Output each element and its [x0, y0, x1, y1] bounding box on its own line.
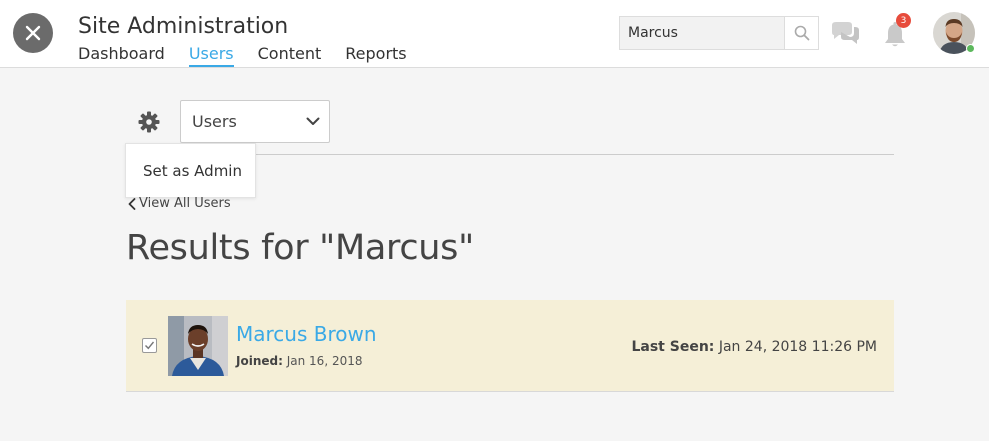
joined-label: Joined: — [236, 354, 283, 368]
checkmark-icon — [145, 341, 155, 350]
chat-icon — [832, 22, 859, 44]
search-button[interactable] — [784, 17, 818, 49]
chevron-left-icon — [128, 197, 136, 210]
tab-content[interactable]: Content — [258, 44, 322, 67]
tab-reports[interactable]: Reports — [345, 44, 406, 67]
top-header: Site Administration Dashboard Users Cont… — [0, 0, 989, 68]
set-as-admin-option[interactable]: Set as Admin — [143, 162, 242, 180]
notifications-button[interactable]: 3 — [880, 13, 912, 50]
row-checkbox[interactable] — [142, 338, 157, 353]
notification-badge: 3 — [896, 13, 911, 28]
table-row: Marcus Brown Joined: Jan 16, 2018 Last S… — [126, 300, 894, 392]
search-box — [619, 16, 819, 50]
page-title: Site Administration — [78, 14, 289, 39]
online-status-dot — [966, 44, 975, 53]
last-seen: Last Seen: Jan 24, 2018 11:26 PM — [631, 339, 877, 355]
joined-value: Jan 16, 2018 — [286, 354, 363, 368]
search-icon — [794, 25, 809, 41]
view-all-users-link[interactable]: View All Users — [128, 196, 231, 211]
view-select[interactable]: Users — [180, 100, 330, 143]
gear-icon — [138, 111, 160, 133]
tab-users[interactable]: Users — [188, 44, 234, 67]
search-input[interactable] — [620, 17, 784, 49]
settings-button[interactable] — [137, 110, 161, 134]
chevron-down-icon — [306, 117, 320, 125]
close-icon — [25, 25, 41, 41]
user-name-link[interactable]: Marcus Brown — [236, 322, 377, 346]
main-nav: Dashboard Users Content Reports — [78, 44, 407, 67]
messages-button[interactable] — [829, 20, 861, 48]
tab-dashboard[interactable]: Dashboard — [78, 44, 165, 67]
last-seen-label: Last Seen: — [631, 339, 715, 355]
back-link-label: View All Users — [139, 196, 231, 211]
settings-dropdown: Set as Admin — [125, 143, 256, 198]
user-avatar[interactable] — [168, 316, 228, 376]
joined-date: Joined: Jan 16, 2018 — [236, 354, 362, 368]
close-button[interactable] — [13, 13, 53, 53]
user-menu[interactable] — [933, 12, 975, 54]
results-heading: Results for "Marcus" — [126, 228, 474, 268]
view-select-value: Users — [192, 112, 237, 131]
last-seen-value: Jan 24, 2018 11:26 PM — [718, 339, 877, 355]
